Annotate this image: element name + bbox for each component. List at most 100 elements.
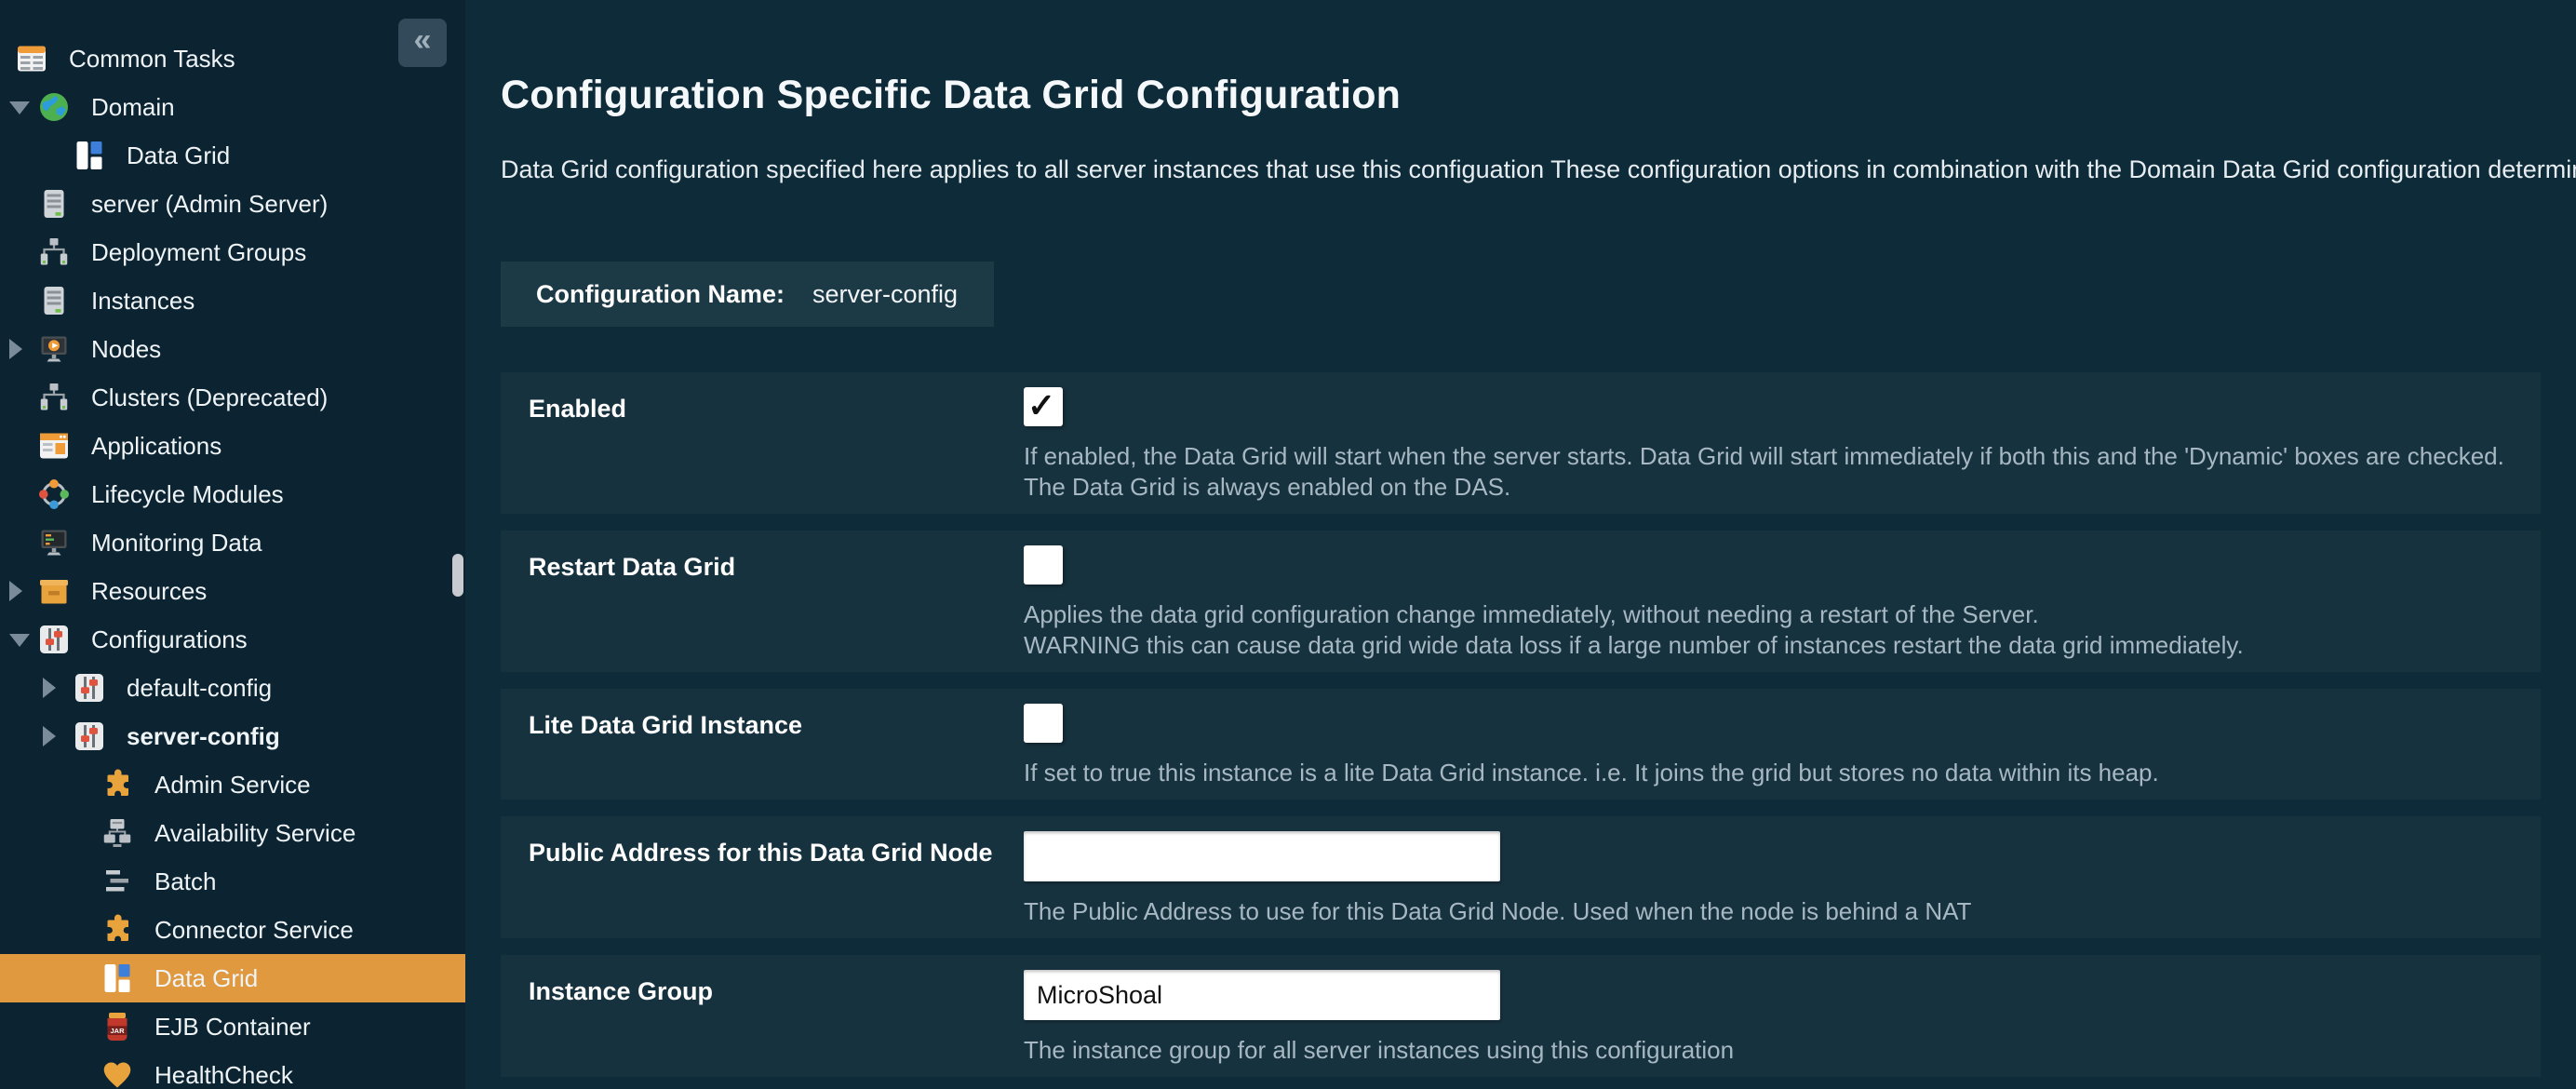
sidebar-item-batch[interactable]: Batch bbox=[0, 857, 465, 906]
collapse-toggle-icon[interactable] bbox=[9, 634, 30, 647]
expand-toggle-icon[interactable] bbox=[9, 339, 22, 359]
sidebar-item-connector-service[interactable]: Connector Service bbox=[0, 906, 465, 954]
configuration-name-label: Configuration Name: bbox=[536, 280, 785, 309]
form-row-instance-group: Instance Group The instance group for al… bbox=[501, 955, 2541, 1077]
sidebar-item-lifecycle-modules[interactable]: Lifecycle Modules bbox=[0, 470, 465, 518]
sidebar-item-data-grid[interactable]: Data Grid bbox=[0, 131, 465, 180]
task-list-icon bbox=[15, 42, 48, 75]
sidebar-item-label: Resources bbox=[91, 579, 207, 603]
lite-data-grid-instance-checkbox[interactable]: ✓ bbox=[1024, 704, 1063, 743]
sidebar-item-resources[interactable]: Resources bbox=[0, 567, 465, 615]
sidebar-item-server-admin-server[interactable]: server (Admin Server) bbox=[0, 180, 465, 228]
enabled-label: Enabled bbox=[529, 387, 1024, 503]
public-address-input[interactable] bbox=[1024, 831, 1500, 881]
data-grid-icon bbox=[73, 139, 106, 172]
sidebar-item-label: Batch bbox=[154, 869, 217, 894]
sidebar-item-label: Common Tasks bbox=[69, 47, 235, 71]
sidebar-item-availability-service[interactable]: Availability Service bbox=[0, 809, 465, 857]
data-grid-icon bbox=[101, 961, 134, 995]
main-content: Configuration Specific Data Grid Configu… bbox=[465, 0, 2576, 1089]
configuration-name-panel: Configuration Name: server-config bbox=[501, 262, 994, 327]
instance-group-input[interactable] bbox=[1024, 970, 1500, 1020]
sidebar-item-label: HealthCheck bbox=[154, 1063, 293, 1087]
form-row-lite-data-grid-instance: Lite Data Grid Instance ✓ If set to true… bbox=[501, 689, 2541, 800]
box-icon bbox=[37, 574, 71, 608]
lite-data-grid-instance-help: If set to true this instance is a lite D… bbox=[1024, 758, 2541, 788]
help-line: WARNING this can cause data grid wide da… bbox=[1024, 630, 2541, 661]
restart-data-grid-help: Applies the data grid configuration chan… bbox=[1024, 599, 2541, 661]
public-address-label: Public Address for this Data Grid Node bbox=[529, 831, 1024, 927]
sidebar-item-configurations[interactable]: Configurations bbox=[0, 615, 465, 664]
expand-toggle-icon[interactable] bbox=[43, 726, 56, 746]
sidebar-item-ejb-container[interactable]: EJB Container bbox=[0, 1002, 465, 1051]
sidebar-item-label: Domain bbox=[91, 95, 175, 119]
sidebar-item-instances[interactable]: Instances bbox=[0, 276, 465, 325]
sidebar-item-label: Lifecycle Modules bbox=[91, 482, 284, 506]
sliders-icon bbox=[73, 719, 106, 753]
sidebar-item-label: Data Grid bbox=[154, 966, 258, 990]
help-line: The instance group for all server instan… bbox=[1024, 1035, 2541, 1066]
sidebar-item-default-config[interactable]: default-config bbox=[0, 664, 465, 712]
network-icon bbox=[37, 381, 71, 414]
instance-group-label: Instance Group bbox=[529, 970, 1024, 1066]
help-line: The Public Address to use for this Data … bbox=[1024, 896, 2541, 927]
puzzle-icon bbox=[101, 913, 134, 947]
window-icon bbox=[37, 429, 71, 463]
sidebar-item-common-tasks[interactable]: Common Tasks bbox=[0, 34, 465, 83]
monitor-play-icon bbox=[37, 332, 71, 366]
sidebar-item-data-grid[interactable]: Data Grid bbox=[0, 954, 465, 1002]
sidebar-item-admin-service[interactable]: Admin Service bbox=[0, 760, 465, 809]
data-grid-form: Enabled ✓ If enabled, the Data Grid will… bbox=[501, 372, 2576, 1077]
sidebar-item-domain[interactable]: Domain bbox=[0, 83, 465, 131]
help-line: If set to true this instance is a lite D… bbox=[1024, 758, 2541, 788]
sidebar-item-label: EJB Container bbox=[154, 1015, 311, 1039]
restart-data-grid-label: Restart Data Grid bbox=[529, 545, 1024, 661]
sidebar-item-label: Instances bbox=[91, 289, 195, 313]
sidebar-item-healthcheck[interactable]: HealthCheck bbox=[0, 1051, 465, 1089]
sidebar-item-label: server (Admin Server) bbox=[91, 192, 328, 216]
sliders-icon bbox=[73, 671, 106, 705]
expand-toggle-icon[interactable] bbox=[43, 678, 56, 698]
sidebar-item-deployment-groups[interactable]: Deployment Groups bbox=[0, 228, 465, 276]
lite-data-grid-instance-label: Lite Data Grid Instance bbox=[529, 704, 1024, 788]
sidebar-item-label: server-config bbox=[127, 724, 280, 748]
sidebar-item-label: Clusters (Deprecated) bbox=[91, 385, 328, 410]
server-icon bbox=[37, 187, 71, 221]
sliders-icon bbox=[37, 623, 71, 656]
public-address-help: The Public Address to use for this Data … bbox=[1024, 896, 2541, 927]
lifecycle-icon bbox=[37, 477, 71, 511]
enabled-checkbox[interactable]: ✓ bbox=[1024, 387, 1063, 426]
restart-data-grid-checkbox[interactable]: ✓ bbox=[1024, 545, 1063, 585]
collapse-toggle-icon[interactable] bbox=[9, 101, 30, 114]
availability-icon bbox=[101, 816, 134, 850]
help-line: If enabled, the Data Grid will start whe… bbox=[1024, 441, 2541, 472]
sidebar-collapse-button[interactable]: « bbox=[398, 19, 447, 67]
sidebar-item-label: Monitoring Data bbox=[91, 531, 262, 555]
sidebar-item-applications[interactable]: Applications bbox=[0, 422, 465, 470]
form-row-restart-data-grid: Restart Data Grid ✓ Applies the data gri… bbox=[501, 531, 2541, 672]
double-chevron-left-icon: « bbox=[414, 24, 432, 56]
enabled-help: If enabled, the Data Grid will start whe… bbox=[1024, 441, 2541, 503]
sidebar-scrollbar-thumb[interactable] bbox=[452, 554, 463, 597]
server-icon bbox=[37, 284, 71, 317]
page-subtitle: Data Grid configuration specified here a… bbox=[501, 155, 2576, 184]
sidebar-item-label: Admin Service bbox=[154, 773, 311, 797]
monitor-code-icon bbox=[37, 526, 71, 559]
sidebar-item-clusters-deprecated[interactable]: Clusters (Deprecated) bbox=[0, 373, 465, 422]
page-title: Configuration Specific Data Grid Configu… bbox=[501, 73, 2576, 118]
heart-icon bbox=[101, 1058, 134, 1089]
sidebar-item-label: Nodes bbox=[91, 337, 161, 361]
sidebar-nav: Common Tasks Domain Data Grid server (Ad… bbox=[0, 0, 465, 1089]
sidebar-item-label: Connector Service bbox=[154, 918, 354, 942]
expand-toggle-icon[interactable] bbox=[9, 581, 22, 601]
instance-group-help: The instance group for all server instan… bbox=[1024, 1035, 2541, 1066]
puzzle-icon bbox=[101, 768, 134, 801]
sidebar-item-monitoring-data[interactable]: Monitoring Data bbox=[0, 518, 465, 567]
sidebar-item-label: Data Grid bbox=[127, 143, 230, 168]
form-row-public-address: Public Address for this Data Grid Node T… bbox=[501, 816, 2541, 938]
admin-console-window: Common Tasks Domain Data Grid server (Ad… bbox=[0, 0, 2576, 1089]
check-icon: ✓ bbox=[1027, 386, 1055, 425]
sidebar-item-nodes[interactable]: Nodes bbox=[0, 325, 465, 373]
sidebar-item-server-config[interactable]: server-config bbox=[0, 712, 465, 760]
sidebar-item-label: Availability Service bbox=[154, 821, 356, 845]
